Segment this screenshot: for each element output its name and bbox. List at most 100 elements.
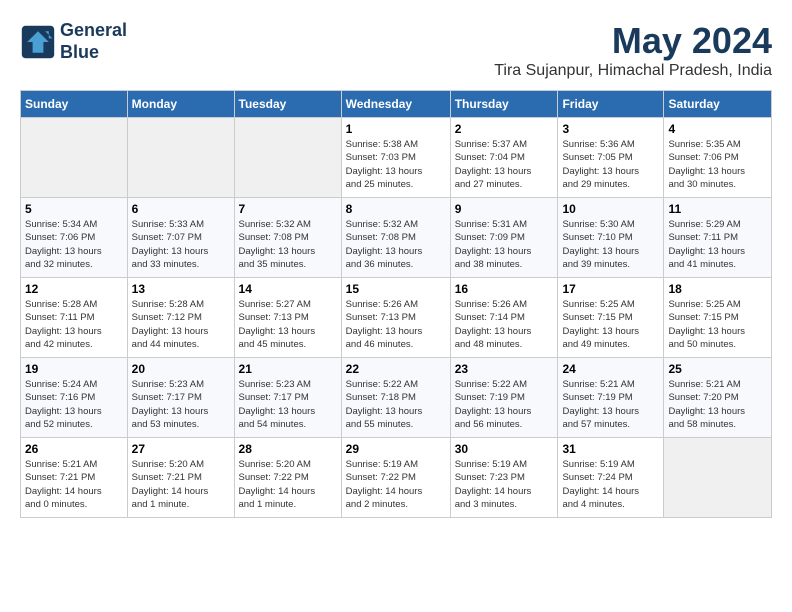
day-number: 4 (668, 122, 767, 136)
calendar-cell: 16 Sunrise: 5:26 AM Sunset: 7:14 PM Dayli… (450, 278, 558, 358)
calendar-cell: 3 Sunrise: 5:36 AM Sunset: 7:05 PM Daylig… (558, 118, 664, 198)
calendar-cell: 10Sunrise: 5:30 AM Sunset: 7:10 PM Dayli… (558, 198, 664, 278)
day-info: Sunrise: 5:33 AM Sunset: 7:07 PM Dayligh… (132, 218, 230, 271)
day-number: 24 (562, 362, 659, 376)
day-info: Sunrise: 5:22 AM Sunset: 7:19 PM Dayligh… (455, 378, 554, 431)
day-info: Sunrise: 5:25 AM Sunset: 7:15 PM Dayligh… (668, 298, 767, 351)
day-info: Sunrise: 5:31 AM Sunset: 7:09 PM Dayligh… (455, 218, 554, 271)
calendar-cell (21, 118, 128, 198)
day-info: Sunrise: 5:36 AM Sunset: 7:05 PM Dayligh… (562, 138, 659, 191)
weekday-header: Sunday (21, 91, 128, 118)
day-number: 30 (455, 442, 554, 456)
logo: General Blue (20, 20, 127, 63)
day-number: 26 (25, 442, 123, 456)
day-info: Sunrise: 5:20 AM Sunset: 7:22 PM Dayligh… (239, 458, 337, 511)
calendar-cell: 8 Sunrise: 5:32 AM Sunset: 7:08 PM Daylig… (341, 198, 450, 278)
day-info: Sunrise: 5:20 AM Sunset: 7:21 PM Dayligh… (132, 458, 230, 511)
calendar-cell: 7Sunrise: 5:32 AM Sunset: 7:08 PM Daylig… (234, 198, 341, 278)
day-number: 25 (668, 362, 767, 376)
day-number: 3 (562, 122, 659, 136)
calendar-cell: 15 Sunrise: 5:26 AM Sunset: 7:13 PM Dayli… (341, 278, 450, 358)
calendar-header-row: SundayMondayTuesdayWednesdayThursdayFrid… (21, 91, 772, 118)
day-number: 23 (455, 362, 554, 376)
day-number: 8 (346, 202, 446, 216)
day-info: Sunrise: 5:19 AM Sunset: 7:23 PM Dayligh… (455, 458, 554, 511)
weekday-header: Monday (127, 91, 234, 118)
day-info: Sunrise: 5:32 AM Sunset: 7:08 PM Dayligh… (239, 218, 337, 271)
day-number: 9 (455, 202, 554, 216)
day-info: Sunrise: 5:35 AM Sunset: 7:06 PM Dayligh… (668, 138, 767, 191)
day-info: Sunrise: 5:29 AM Sunset: 7:11 PM Dayligh… (668, 218, 767, 271)
day-info: Sunrise: 5:25 AM Sunset: 7:15 PM Dayligh… (562, 298, 659, 351)
day-number: 5 (25, 202, 123, 216)
logo-text: General Blue (60, 20, 127, 63)
calendar-cell: 17 Sunrise: 5:25 AM Sunset: 7:15 PM Dayli… (558, 278, 664, 358)
calendar-cell: 31Sunrise: 5:19 AM Sunset: 7:24 PM Dayli… (558, 438, 664, 518)
location-title: Tira Sujanpur, Himachal Pradesh, India (494, 62, 772, 80)
day-number: 14 (239, 282, 337, 296)
calendar-cell: 25 Sunrise: 5:21 AM Sunset: 7:20 PM Dayli… (664, 358, 772, 438)
day-info: Sunrise: 5:26 AM Sunset: 7:13 PM Dayligh… (346, 298, 446, 351)
calendar-cell: 19 Sunrise: 5:24 AM Sunset: 7:16 PM Dayli… (21, 358, 128, 438)
calendar-cell: 6 Sunrise: 5:33 AM Sunset: 7:07 PM Daylig… (127, 198, 234, 278)
calendar-cell: 27Sunrise: 5:20 AM Sunset: 7:21 PM Dayli… (127, 438, 234, 518)
day-number: 20 (132, 362, 230, 376)
day-info: Sunrise: 5:19 AM Sunset: 7:22 PM Dayligh… (346, 458, 446, 511)
calendar-cell: 26 Sunrise: 5:21 AM Sunset: 7:21 PM Dayli… (21, 438, 128, 518)
day-info: Sunrise: 5:21 AM Sunset: 7:19 PM Dayligh… (562, 378, 659, 431)
day-number: 17 (562, 282, 659, 296)
day-info: Sunrise: 5:23 AM Sunset: 7:17 PM Dayligh… (132, 378, 230, 431)
calendar-cell: 20 Sunrise: 5:23 AM Sunset: 7:17 PM Dayli… (127, 358, 234, 438)
page-header: General Blue May 2024 Tira Sujanpur, Him… (20, 20, 772, 80)
calendar-week-row: 12Sunrise: 5:28 AM Sunset: 7:11 PM Dayli… (21, 278, 772, 358)
calendar-cell: 13Sunrise: 5:28 AM Sunset: 7:12 PM Dayli… (127, 278, 234, 358)
day-info: Sunrise: 5:26 AM Sunset: 7:14 PM Dayligh… (455, 298, 554, 351)
calendar-cell: 30 Sunrise: 5:19 AM Sunset: 7:23 PM Dayli… (450, 438, 558, 518)
calendar-cell: 24 Sunrise: 5:21 AM Sunset: 7:19 PM Dayli… (558, 358, 664, 438)
calendar-week-row: 19 Sunrise: 5:24 AM Sunset: 7:16 PM Dayli… (21, 358, 772, 438)
calendar-cell (127, 118, 234, 198)
calendar-cell: 5 Sunrise: 5:34 AM Sunset: 7:06 PM Daylig… (21, 198, 128, 278)
day-info: Sunrise: 5:28 AM Sunset: 7:11 PM Dayligh… (25, 298, 123, 351)
logo-icon (20, 24, 56, 60)
weekday-header: Thursday (450, 91, 558, 118)
calendar-cell: 12Sunrise: 5:28 AM Sunset: 7:11 PM Dayli… (21, 278, 128, 358)
calendar-cell: 23 Sunrise: 5:22 AM Sunset: 7:19 PM Dayli… (450, 358, 558, 438)
day-info: Sunrise: 5:23 AM Sunset: 7:17 PM Dayligh… (239, 378, 337, 431)
calendar-cell: 21 Sunrise: 5:23 AM Sunset: 7:17 PM Dayli… (234, 358, 341, 438)
calendar-cell: 14Sunrise: 5:27 AM Sunset: 7:13 PM Dayli… (234, 278, 341, 358)
day-number: 19 (25, 362, 123, 376)
month-title: May 2024 (494, 20, 772, 62)
weekday-header: Saturday (664, 91, 772, 118)
day-number: 16 (455, 282, 554, 296)
calendar-cell: 4 Sunrise: 5:35 AM Sunset: 7:06 PM Daylig… (664, 118, 772, 198)
calendar-week-row: 5 Sunrise: 5:34 AM Sunset: 7:06 PM Daylig… (21, 198, 772, 278)
day-number: 15 (346, 282, 446, 296)
calendar-cell (664, 438, 772, 518)
calendar-cell: 18Sunrise: 5:25 AM Sunset: 7:15 PM Dayli… (664, 278, 772, 358)
day-number: 21 (239, 362, 337, 376)
day-info: Sunrise: 5:24 AM Sunset: 7:16 PM Dayligh… (25, 378, 123, 431)
day-number: 6 (132, 202, 230, 216)
calendar-cell: 22Sunrise: 5:22 AM Sunset: 7:18 PM Dayli… (341, 358, 450, 438)
calendar-cell: 2 Sunrise: 5:37 AM Sunset: 7:04 PM Daylig… (450, 118, 558, 198)
calendar-week-row: 1 Sunrise: 5:38 AM Sunset: 7:03 PM Daylig… (21, 118, 772, 198)
calendar-week-row: 26 Sunrise: 5:21 AM Sunset: 7:21 PM Dayli… (21, 438, 772, 518)
day-info: Sunrise: 5:37 AM Sunset: 7:04 PM Dayligh… (455, 138, 554, 191)
day-number: 1 (346, 122, 446, 136)
day-info: Sunrise: 5:32 AM Sunset: 7:08 PM Dayligh… (346, 218, 446, 271)
day-number: 11 (668, 202, 767, 216)
day-info: Sunrise: 5:30 AM Sunset: 7:10 PM Dayligh… (562, 218, 659, 271)
calendar-body: 1 Sunrise: 5:38 AM Sunset: 7:03 PM Daylig… (21, 118, 772, 518)
day-info: Sunrise: 5:34 AM Sunset: 7:06 PM Dayligh… (25, 218, 123, 271)
day-number: 2 (455, 122, 554, 136)
calendar-cell: 9 Sunrise: 5:31 AM Sunset: 7:09 PM Daylig… (450, 198, 558, 278)
day-info: Sunrise: 5:21 AM Sunset: 7:21 PM Dayligh… (25, 458, 123, 511)
calendar-cell: 28Sunrise: 5:20 AM Sunset: 7:22 PM Dayli… (234, 438, 341, 518)
calendar-cell: 1 Sunrise: 5:38 AM Sunset: 7:03 PM Daylig… (341, 118, 450, 198)
day-info: Sunrise: 5:21 AM Sunset: 7:20 PM Dayligh… (668, 378, 767, 431)
day-number: 22 (346, 362, 446, 376)
day-info: Sunrise: 5:28 AM Sunset: 7:12 PM Dayligh… (132, 298, 230, 351)
day-info: Sunrise: 5:38 AM Sunset: 7:03 PM Dayligh… (346, 138, 446, 191)
calendar-table: SundayMondayTuesdayWednesdayThursdayFrid… (20, 90, 772, 518)
